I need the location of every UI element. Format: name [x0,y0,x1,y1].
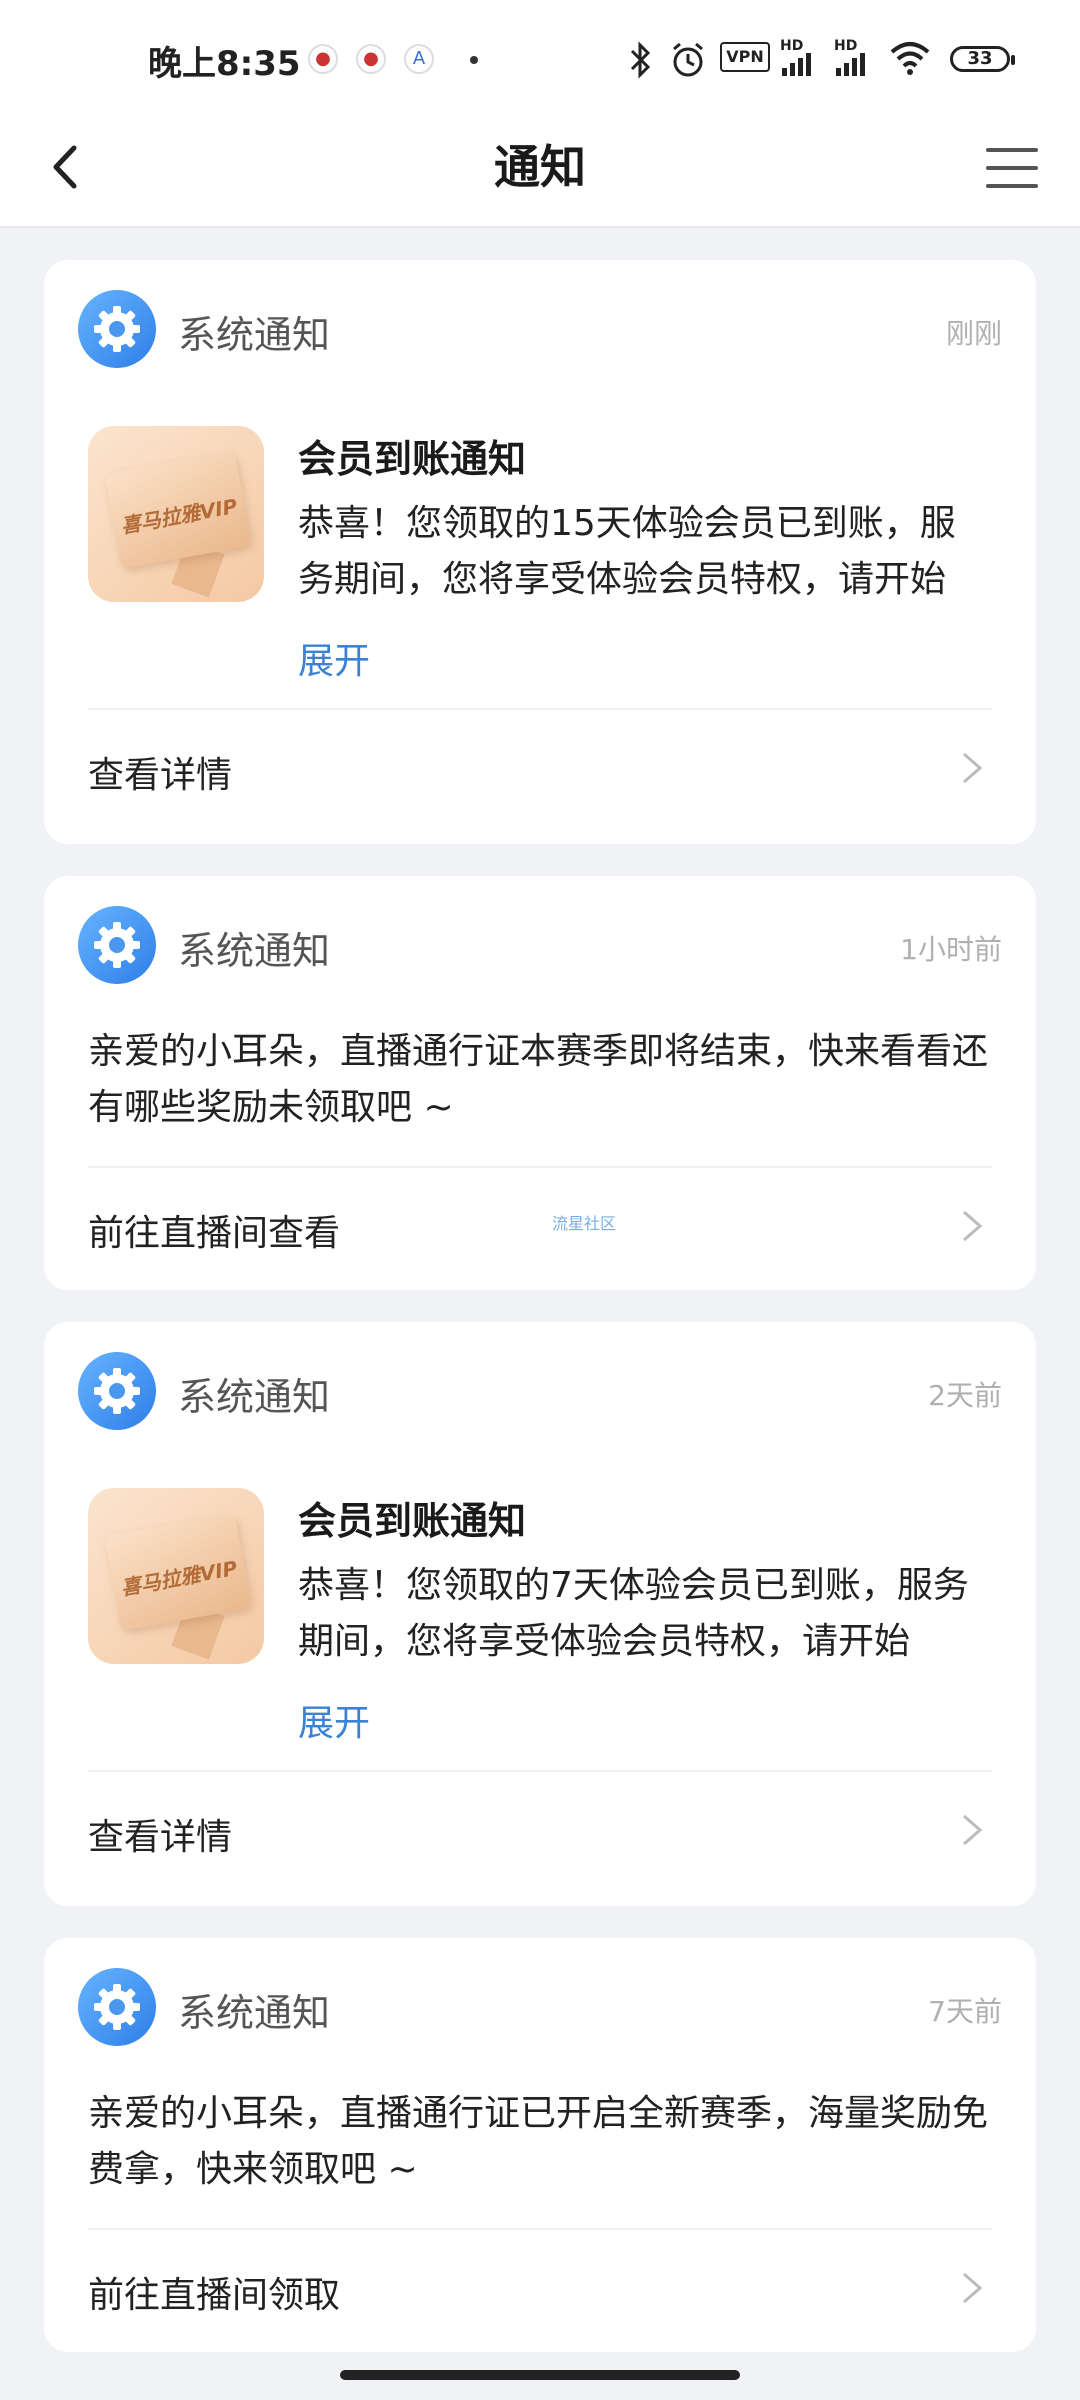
notice-body: 恭喜！您领取的15天体验会员已到账，服务期间，您将享受体验会员特权，请开始 [298,503,956,600]
action-label: 查看详情 [88,755,233,796]
view-details-row[interactable]: 查看详情 [88,728,992,808]
vpn-badge: VPN [720,42,770,72]
notification-card: 系统通知 7天前 亲爱的小耳朵，直播通行证已开启全新赛季，海量奖励免费拿，快来领… [44,1938,1036,2352]
gear-icon [94,1368,140,1414]
page-title: 通知 [494,140,586,194]
card-header: 系统通知 刚刚 [78,290,1002,368]
signal-icon [782,53,811,76]
status-bar: 晚上8:35 ● ● A VPN HD HD 33 [0,0,1080,110]
notice-source-label: 系统通知 [178,929,331,973]
battery-indicator: 33 [950,46,1015,72]
notification-card: 系统通知 2天前 喜马拉雅VIP 会员到账通知 恭喜！您领取的7天体验会员已到账… [44,1322,1036,1906]
notice-source-label: 系统通知 [178,313,331,357]
vip-card-image: 喜马拉雅VIP [88,1488,264,1664]
wifi-icon [890,42,930,75]
system-notice-avatar [78,1352,156,1430]
notification-card: 系统通知 刚刚 喜马拉雅VIP 会员到账通知 恭喜！您领取的15天体验会员已到账… [44,260,1036,844]
gear-icon [94,922,140,968]
action-label: 前往直播间领取 [88,2275,341,2316]
notice-body: 亲爱的小耳朵，直播通行证已开启全新赛季，海量奖励免费拿，快来领取吧 ~ [88,2093,989,2190]
status-time: 晚上8:35 [148,44,301,84]
divider [88,1166,992,1168]
chevron-right-icon [963,1814,983,1846]
app-notification-icon: ● [356,44,386,74]
notice-source-label: 系统通知 [178,1375,331,1419]
system-notice-avatar [78,906,156,984]
divider [88,1770,992,1772]
app-notification-icon: ● [308,44,338,74]
chevron-right-icon [963,1210,983,1242]
card-header: 系统通知 2天前 [78,1352,1002,1430]
bluetooth-icon [630,41,651,79]
go-to-live-room-row[interactable]: 前往直播间查看 流星社区 [88,1186,992,1266]
app-notification-icon: A [404,44,434,74]
divider [88,708,992,710]
card-header: 系统通知 7天前 [78,1968,1002,2046]
action-label: 查看详情 [88,1817,233,1858]
card-header: 系统通知 1小时前 [78,906,1002,984]
notification-card: 系统通知 1小时前 亲爱的小耳朵，直播通行证本赛季即将结束，快来看看还有哪些奖励… [44,876,1036,1290]
system-notice-avatar [78,290,156,368]
notice-source-label: 系统通知 [178,1991,331,2035]
vip-card-image: 喜马拉雅VIP [88,426,264,602]
divider [88,2228,992,2230]
notice-body: 恭喜！您领取的7天体验会员已到账，服务期间，您将享受体验会员特权，请开始 [298,1565,969,1662]
view-details-row[interactable]: 查看详情 [88,1790,992,1870]
notice-body: 亲爱的小耳朵，直播通行证本赛季即将结束，快来看看还有哪些奖励未领取吧 ~ [88,1031,989,1128]
chevron-right-icon [963,2272,983,2304]
notice-time: 1小时前 [900,933,1002,966]
notice-title: 会员到账通知 [298,1499,527,1543]
gear-icon [94,306,140,352]
expand-link[interactable]: 展开 [298,632,370,684]
home-indicator[interactable] [340,2370,740,2380]
more-notifications-dot [470,56,478,64]
action-label: 前往直播间查看 [88,1213,341,1254]
gear-icon [94,1984,140,2030]
system-notice-avatar [78,1968,156,2046]
go-to-live-room-row[interactable]: 前往直播间领取 [88,2248,992,2328]
nav-bar: 通知 [0,110,1080,228]
expand-link[interactable]: 展开 [298,1694,370,1746]
notice-time: 刚刚 [945,317,1002,350]
alarm-icon [673,42,703,77]
signal-icon [836,53,865,76]
notice-time: 2天前 [928,1379,1002,1412]
menu-icon[interactable] [976,132,1048,204]
watermark-text: 流星社区 [552,1214,617,1233]
chevron-right-icon [963,752,983,784]
notice-time: 7天前 [928,1995,1002,2028]
notice-title: 会员到账通知 [298,437,527,481]
